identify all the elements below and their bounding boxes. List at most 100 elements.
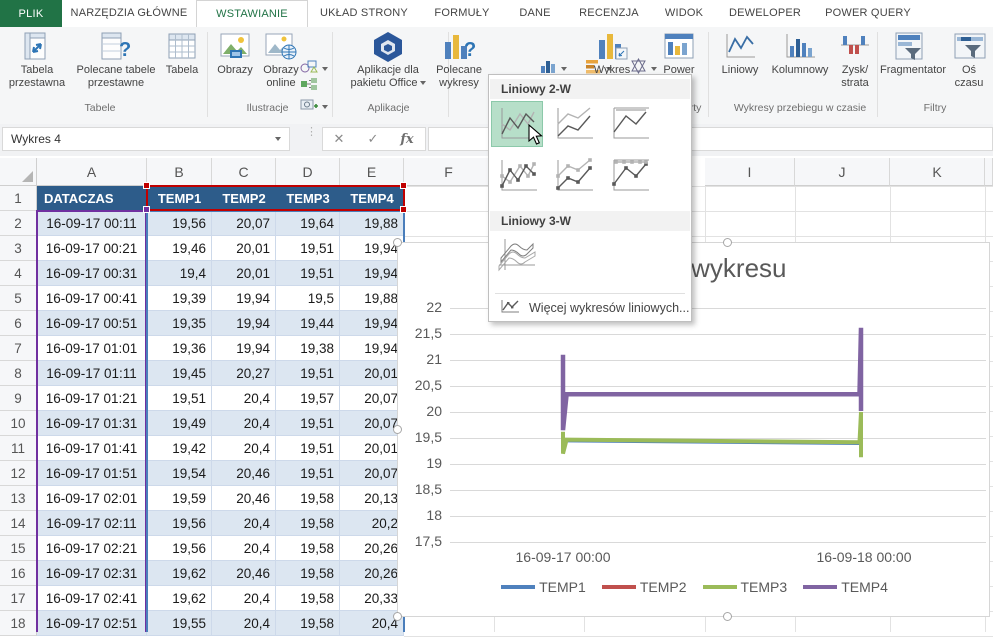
value-cell[interactable]: 19,94 bbox=[340, 311, 404, 336]
chart-handle-bottom-left[interactable] bbox=[393, 612, 402, 621]
recommended-pivot-tables-button[interactable]: ? Polecane tabeleprzestawne bbox=[70, 30, 162, 90]
chart-handle-top-left[interactable] bbox=[393, 238, 402, 247]
column-header-F[interactable]: F bbox=[404, 158, 494, 186]
smartart-button[interactable] bbox=[300, 77, 318, 96]
value-cell[interactable]: 19,42 bbox=[147, 436, 212, 461]
date-cell[interactable]: 16-09-17 01:01 bbox=[37, 336, 147, 361]
row-header-6[interactable]: 6 bbox=[0, 311, 37, 336]
column-header-partial[interactable] bbox=[985, 158, 993, 186]
column-header-J[interactable]: J bbox=[795, 158, 890, 186]
value-cell[interactable]: 19,51 bbox=[276, 261, 340, 286]
value-cell[interactable]: 19,94 bbox=[340, 261, 404, 286]
formula-bar-splitter[interactable]: ⋮ bbox=[306, 130, 309, 148]
pivot-chart-button[interactable]: Wykres bbox=[588, 30, 636, 77]
row-header-16[interactable]: 16 bbox=[0, 561, 37, 586]
value-cell[interactable]: 19,88 bbox=[340, 286, 404, 311]
range-handle[interactable] bbox=[143, 206, 150, 213]
value-cell[interactable]: 19,94 bbox=[340, 336, 404, 361]
date-cell[interactable]: 16-09-17 01:51 bbox=[37, 461, 147, 486]
legend-item-TEMP4[interactable]: TEMP4 bbox=[803, 579, 888, 595]
value-cell[interactable]: 20,01 bbox=[212, 236, 276, 261]
column-header-B[interactable]: B bbox=[147, 158, 212, 186]
value-cell[interactable]: 20,07 bbox=[212, 211, 276, 236]
row-header-13[interactable]: 13 bbox=[0, 486, 37, 511]
value-cell[interactable]: 20,4 bbox=[212, 586, 276, 611]
column-header-I[interactable]: I bbox=[705, 158, 795, 186]
value-cell[interactable]: 19,39 bbox=[147, 286, 212, 311]
date-cell[interactable]: 16-09-17 02:41 bbox=[37, 586, 147, 611]
column-header-C[interactable]: C bbox=[212, 158, 276, 186]
pivot-table-button[interactable]: Tabelaprzestawna bbox=[8, 30, 66, 90]
value-cell[interactable]: 20,01 bbox=[340, 361, 404, 386]
100-stacked-line-chart-icon[interactable] bbox=[603, 101, 655, 147]
chart-handle-top-center[interactable] bbox=[723, 238, 732, 247]
date-cell[interactable]: 16-09-17 02:21 bbox=[37, 536, 147, 561]
value-cell[interactable]: 19,56 bbox=[147, 536, 212, 561]
3d-line-chart-icon[interactable] bbox=[491, 233, 543, 279]
legend-item-TEMP1[interactable]: TEMP1 bbox=[501, 579, 586, 595]
value-cell[interactable]: 19,54 bbox=[147, 461, 212, 486]
date-cell[interactable]: 16-09-17 00:11 bbox=[37, 211, 147, 236]
tab-deweloper[interactable]: DEWELOPER bbox=[716, 0, 814, 26]
row-header-5[interactable]: 5 bbox=[0, 286, 37, 311]
value-cell[interactable]: 19,45 bbox=[147, 361, 212, 386]
sparkline-column-button[interactable]: Kolumnowy bbox=[766, 30, 834, 77]
value-cell[interactable]: 20,33 bbox=[340, 586, 404, 611]
range-handle[interactable] bbox=[400, 206, 407, 213]
tab-wstawianie[interactable]: WSTAWIANIE bbox=[196, 0, 308, 27]
value-cell[interactable]: 19,4 bbox=[147, 261, 212, 286]
row-header-18[interactable]: 18 bbox=[0, 611, 37, 636]
tab-plik[interactable]: PLIK bbox=[0, 0, 62, 27]
chart-handle-bottom-center[interactable] bbox=[723, 612, 732, 621]
row-header-4[interactable]: 4 bbox=[0, 261, 37, 286]
value-cell[interactable]: 19,58 bbox=[276, 486, 340, 511]
value-cell[interactable]: 20,26 bbox=[340, 561, 404, 586]
value-cell[interactable]: 19,51 bbox=[276, 361, 340, 386]
row-header-10[interactable]: 10 bbox=[0, 411, 37, 436]
value-cell[interactable]: 20,4 bbox=[212, 411, 276, 436]
row-header-11[interactable]: 11 bbox=[0, 436, 37, 461]
more-line-charts-item[interactable]: Więcej wykresów liniowych... bbox=[490, 294, 690, 322]
embedded-chart[interactable]: Tytuł wykresu 2221,52120,52019,51918,518… bbox=[397, 242, 990, 617]
power-view-button[interactable]: Power bbox=[656, 30, 702, 77]
value-cell[interactable]: 19,58 bbox=[276, 536, 340, 561]
legend-item-TEMP2[interactable]: TEMP2 bbox=[602, 579, 687, 595]
value-cell[interactable]: 20,01 bbox=[212, 261, 276, 286]
tab-widok[interactable]: WIDOK bbox=[652, 0, 716, 26]
shapes-button[interactable] bbox=[300, 59, 328, 78]
sparkline-line-button[interactable]: Liniowy bbox=[714, 30, 766, 77]
value-cell[interactable]: 20,4 bbox=[212, 611, 276, 636]
chart-legend[interactable]: TEMP1 TEMP2 TEMP3 TEMP4 bbox=[398, 579, 991, 595]
value-cell[interactable]: 19,64 bbox=[276, 211, 340, 236]
range-handle[interactable] bbox=[143, 182, 150, 189]
value-cell[interactable]: 20,27 bbox=[212, 361, 276, 386]
value-cell[interactable]: 19,62 bbox=[147, 561, 212, 586]
value-cell[interactable]: 20,07 bbox=[340, 386, 404, 411]
value-cell[interactable]: 20,01 bbox=[340, 436, 404, 461]
date-cell[interactable]: 16-09-17 00:51 bbox=[37, 311, 147, 336]
cancel-icon[interactable]: ✕ bbox=[324, 127, 354, 151]
date-cell[interactable]: 16-09-17 01:11 bbox=[37, 361, 147, 386]
date-cell[interactable]: 16-09-17 02:31 bbox=[37, 561, 147, 586]
value-cell[interactable]: 20,46 bbox=[212, 561, 276, 586]
date-cell[interactable]: 16-09-17 00:21 bbox=[37, 236, 147, 261]
legend-item-TEMP3[interactable]: TEMP3 bbox=[703, 579, 788, 595]
enter-icon[interactable]: ✓ bbox=[358, 127, 388, 151]
select-all-corner[interactable] bbox=[0, 158, 37, 186]
table-button[interactable]: Tabela bbox=[158, 30, 206, 77]
value-cell[interactable]: 19,38 bbox=[276, 336, 340, 361]
value-cell[interactable]: 19,88 bbox=[340, 211, 404, 236]
stacked-line-markers-chart-icon[interactable] bbox=[547, 153, 599, 199]
date-cell[interactable]: 16-09-17 02:11 bbox=[37, 511, 147, 536]
value-cell[interactable]: 19,94 bbox=[212, 311, 276, 336]
value-cell[interactable]: 19,57 bbox=[276, 386, 340, 411]
value-cell[interactable]: 20,07 bbox=[340, 461, 404, 486]
value-cell[interactable]: 19,58 bbox=[276, 586, 340, 611]
value-cell[interactable]: 19,94 bbox=[212, 286, 276, 311]
value-cell[interactable]: 19,51 bbox=[276, 236, 340, 261]
value-cell[interactable]: 19,55 bbox=[147, 611, 212, 636]
value-cell[interactable]: 19,59 bbox=[147, 486, 212, 511]
recommended-charts-button[interactable]: ? Polecanewykresy bbox=[434, 30, 484, 90]
office-apps-button[interactable]: Aplikacje dlapakietu Office bbox=[340, 30, 436, 90]
line-markers-chart-icon[interactable] bbox=[491, 153, 543, 199]
